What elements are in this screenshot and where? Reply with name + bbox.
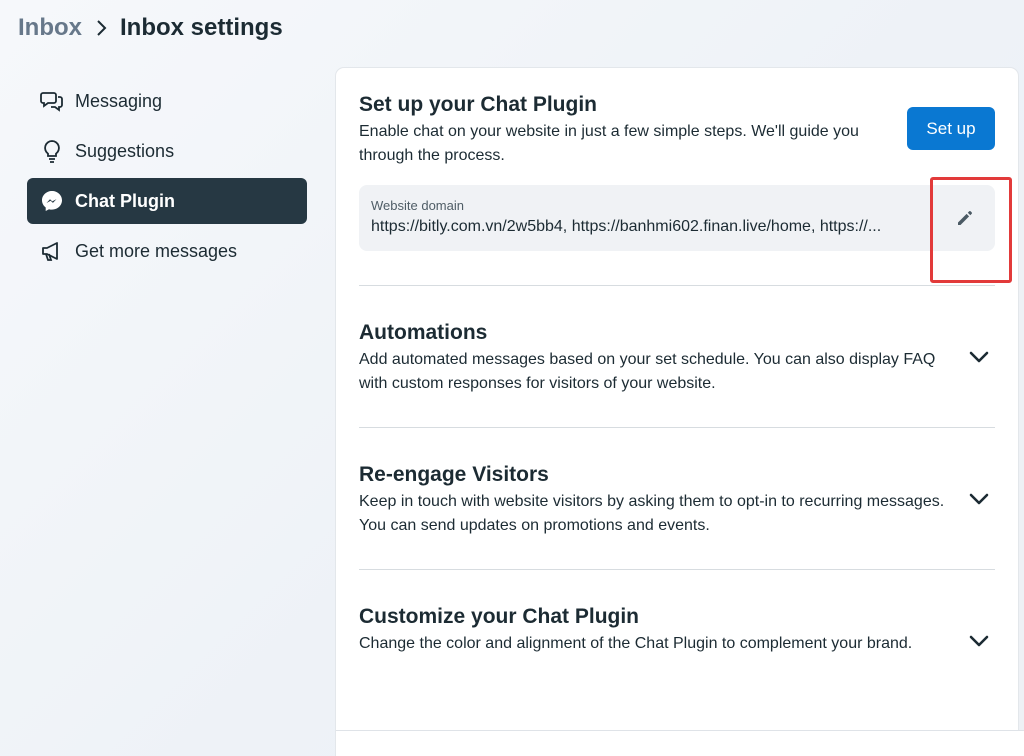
sidebar-item-label: Messaging — [75, 90, 163, 111]
website-domain-field: Website domain https://bitly.com.vn/2w5b… — [359, 185, 995, 251]
sidebar-item-suggestions[interactable]: Suggestions — [27, 128, 307, 174]
sidebar-item-label: Chat Plugin — [75, 190, 175, 211]
highlight-box — [930, 177, 1012, 283]
automations-description: Add automated messages based on your set… — [359, 351, 936, 392]
customize-section[interactable]: Customize your Chat Plugin Change the co… — [359, 604, 995, 656]
customize-title: Customize your Chat Plugin — [359, 605, 640, 628]
domain-value: https://bitly.com.vn/2w5bb4, https://ban… — [371, 218, 882, 235]
chat-bubbles-icon — [39, 88, 65, 114]
automations-title: Automations — [359, 321, 488, 344]
messenger-icon — [39, 188, 65, 214]
breadcrumb-inbox-link[interactable]: Inbox — [18, 14, 82, 42]
setup-description: Enable chat on your website in just a fe… — [359, 123, 859, 164]
sidebar-item-label: Suggestions — [75, 140, 175, 161]
divider — [359, 569, 995, 570]
divider — [359, 427, 995, 428]
sidebar-nav: Messaging Suggestions Chat Plugin Get mo… — [27, 78, 307, 278]
set-up-button[interactable]: Set up — [907, 107, 995, 150]
bottom-bar — [336, 730, 1024, 756]
chevron-right-icon — [96, 19, 108, 37]
sidebar-item-label: Get more messages — [75, 240, 238, 261]
megaphone-icon — [39, 238, 65, 264]
chevron-down-icon[interactable] — [969, 350, 989, 364]
lightbulb-icon — [39, 138, 65, 164]
sidebar-item-chat-plugin[interactable]: Chat Plugin — [27, 178, 307, 224]
card-edge — [1018, 150, 1024, 756]
sidebar-item-get-more-messages[interactable]: Get more messages — [27, 228, 307, 274]
breadcrumb: Inbox Inbox settings — [18, 12, 283, 44]
settings-card: Set up your Chat Plugin Enable chat on y… — [336, 68, 1018, 756]
automations-section[interactable]: Automations Add automated messages based… — [359, 320, 995, 396]
page-title: Inbox settings — [120, 14, 283, 41]
chevron-down-icon[interactable] — [969, 634, 989, 648]
chevron-down-icon[interactable] — [969, 492, 989, 506]
re-engage-title: Re-engage Visitors — [359, 463, 549, 486]
customize-description: Change the color and alignment of the Ch… — [359, 635, 913, 652]
sidebar-item-messaging[interactable]: Messaging — [27, 78, 307, 124]
setup-section: Set up your Chat Plugin Enable chat on y… — [359, 92, 995, 168]
domain-label: Website domain — [371, 198, 464, 213]
re-engage-description: Keep in touch with website visitors by a… — [359, 493, 945, 534]
re-engage-section[interactable]: Re-engage Visitors Keep in touch with we… — [359, 462, 995, 538]
setup-title: Set up your Chat Plugin — [359, 93, 598, 116]
divider — [359, 285, 995, 286]
